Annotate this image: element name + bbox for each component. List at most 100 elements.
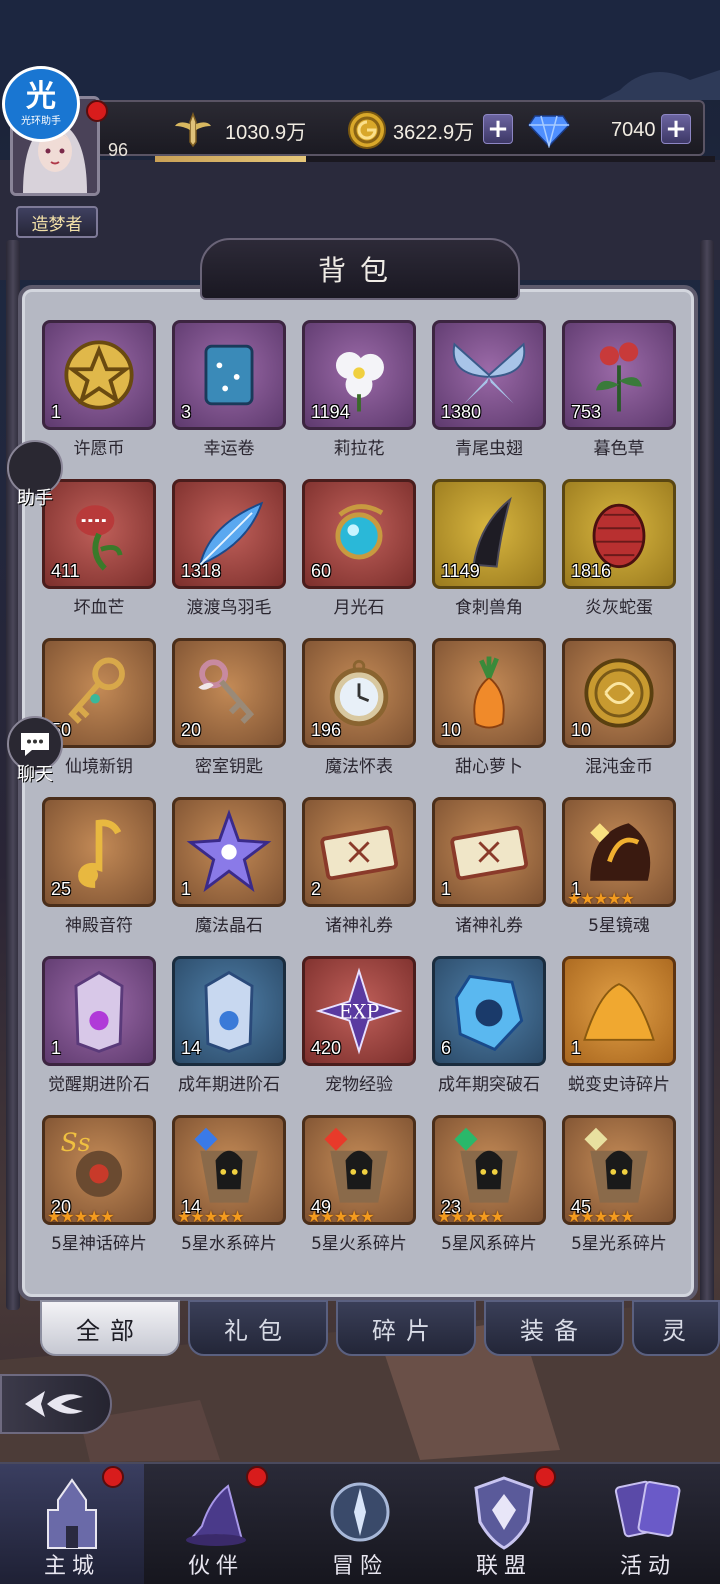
item-slot[interactable]: 1 [172, 797, 286, 907]
avatar-notification-dot [86, 100, 108, 122]
helper-side-label: 助手 [17, 488, 53, 509]
item-cell[interactable]: 25 神殿音符 [22, 797, 156, 952]
nav-item-0[interactable]: 主城 [0, 1464, 144, 1584]
nav-item-4[interactable]: 活动 [576, 1464, 720, 1584]
item-slot[interactable]: 1380 [432, 320, 546, 430]
item-cell[interactable]: 1 魔法晶石 [152, 797, 286, 952]
item-count: 20 [181, 720, 202, 740]
item-count: 1194 [311, 402, 350, 422]
tab-4[interactable]: 灵 [632, 1300, 720, 1356]
item-cell[interactable]: EXP 420 宠物经验 [282, 956, 416, 1111]
item-slot[interactable]: 196 [302, 638, 416, 748]
item-slot[interactable]: 1 [42, 320, 156, 430]
item-cell[interactable]: 196 魔法怀表 [282, 638, 416, 793]
item-cell[interactable]: 49 ★★★★★ 5星火系碎片 [282, 1115, 416, 1270]
back-arrow-icon [25, 1391, 83, 1417]
item-slot[interactable]: 14 [172, 956, 286, 1066]
item-count: 10 [571, 720, 592, 740]
item-cell[interactable]: Ss 20 ★★★★★ 5星神话碎片 [22, 1115, 156, 1270]
item-cell[interactable]: 1194 莉拉花 [282, 320, 416, 475]
back-button[interactable] [0, 1374, 112, 1434]
item-cell[interactable]: 20 密室钥匙 [152, 638, 286, 793]
nav-item-3[interactable]: 联盟 [432, 1464, 576, 1584]
item-slot[interactable]: 20 [172, 638, 286, 748]
item-slot[interactable]: 1 [42, 956, 156, 1066]
wish-coin-icon [45, 323, 153, 427]
item-cell[interactable]: 10 混沌金币 [542, 638, 676, 793]
item-cell[interactable]: 3 幸运卷 [152, 320, 286, 475]
helper-app-badge[interactable]: 光 光环助手 [2, 66, 80, 142]
wizard-hat-icon [180, 1470, 252, 1550]
lucky-scroll-icon [175, 323, 283, 427]
item-slot[interactable]: 25 [42, 797, 156, 907]
player-title-badge[interactable]: 造梦者 [16, 206, 98, 238]
item-count: 6 [441, 1038, 452, 1058]
item-count: 60 [311, 561, 332, 581]
item-slot[interactable]: 10 [562, 638, 676, 748]
item-slot[interactable]: 14 ★★★★★ [172, 1115, 286, 1225]
item-slot[interactable]: 10 [432, 638, 546, 748]
item-slot[interactable]: 23 ★★★★★ [432, 1115, 546, 1225]
item-slot[interactable]: 1816 [562, 479, 676, 589]
tab-2[interactable]: 碎片 [336, 1300, 476, 1356]
item-slot[interactable]: 45 ★★★★★ [562, 1115, 676, 1225]
nav-label: 主城 [43, 1554, 100, 1579]
item-cell[interactable]: 1816 炎灰蛇蛋 [542, 479, 676, 634]
item-slot[interactable]: 2 [302, 797, 416, 907]
tab-1[interactable]: 礼包 [188, 1300, 328, 1356]
item-slot[interactable]: 1149 [432, 479, 546, 589]
tab-0[interactable]: 全部 [40, 1300, 180, 1356]
item-star-rating: ★★★★★ [567, 889, 635, 907]
item-slot[interactable]: Ss 20 ★★★★★ [42, 1115, 156, 1225]
bottom-navigation: 主城 伙伴 冒险 联盟 活动 [0, 1462, 720, 1584]
item-cell[interactable]: 2 诸神礼券 [282, 797, 416, 952]
helper-badge-glyph: 光 [26, 78, 56, 114]
item-slot[interactable]: 1 [562, 956, 676, 1066]
add-diamond-button[interactable]: + [661, 114, 691, 144]
item-name: 5星光系碎片 [571, 1234, 667, 1254]
item-cell[interactable]: 23 ★★★★★ 5星风系碎片 [412, 1115, 546, 1270]
item-slot[interactable]: 60 [302, 479, 416, 589]
item-cell[interactable]: 60 月光石 [282, 479, 416, 634]
item-cell[interactable]: 1149 食刺兽角 [412, 479, 546, 634]
item-slot[interactable]: 1194 [302, 320, 416, 430]
item-slot[interactable]: 1 [432, 797, 546, 907]
item-count: 1 [181, 879, 192, 899]
sand-pile-icon [565, 959, 673, 1063]
chat-side-button[interactable]: 聊天 [6, 716, 64, 786]
item-slot[interactable]: 3 [172, 320, 286, 430]
item-cell[interactable]: 753 暮色草 [542, 320, 676, 475]
item-cell[interactable]: 1 觉醒期进阶石 [22, 956, 156, 1111]
item-cell[interactable]: 10 甜心萝卜 [412, 638, 546, 793]
item-grid-viewport[interactable]: 1 许愿币 3 幸运卷 1194 莉拉花 1380 青尾虫翅 753 暮色草 411 坏血芒 1318 渡… [22, 320, 682, 1288]
item-cell[interactable]: 6 成年期突破石 [412, 956, 546, 1111]
item-cell[interactable]: 1 ★★★★★ 5星镜魂 [542, 797, 676, 952]
item-cell[interactable]: 14 成年期进阶石 [152, 956, 286, 1111]
tab-3[interactable]: 装备 [484, 1300, 624, 1356]
nav-item-2[interactable]: 冒险 [288, 1464, 432, 1584]
item-name: 幸运卷 [203, 439, 255, 459]
item-cell[interactable]: 1 诸神礼券 [412, 797, 546, 952]
item-name: 食刺兽角 [455, 598, 523, 618]
panel-title: 背包 [317, 254, 402, 287]
item-cell[interactable]: 45 ★★★★★ 5星光系碎片 [542, 1115, 676, 1270]
item-count: 753 [571, 402, 602, 422]
item-slot[interactable]: 49 ★★★★★ [302, 1115, 416, 1225]
diamond-resource: 7040 [527, 112, 656, 148]
item-slot[interactable]: 1 ★★★★★ [562, 797, 676, 907]
svg-text:Ss: Ss [61, 1128, 91, 1157]
add-gold-button[interactable]: + [483, 114, 513, 144]
item-count: 1318 [181, 561, 222, 581]
item-slot[interactable]: 6 [432, 956, 546, 1066]
nav-item-1[interactable]: 伙伴 [144, 1464, 288, 1584]
helper-side-button[interactable]: 助手 [6, 440, 64, 510]
item-slot[interactable]: 1318 [172, 479, 286, 589]
item-cell[interactable]: 1 蜕变史诗碎片 [542, 956, 676, 1111]
right-pillar [700, 240, 714, 1310]
item-cell[interactable]: 1318 渡渡鸟羽毛 [152, 479, 286, 634]
item-slot[interactable]: 753 [562, 320, 676, 430]
item-cell[interactable]: 14 ★★★★★ 5星水系碎片 [152, 1115, 286, 1270]
panel-title-frame: 背包 [200, 238, 520, 300]
item-slot[interactable]: EXP 420 [302, 956, 416, 1066]
item-cell[interactable]: 1380 青尾虫翅 [412, 320, 546, 475]
